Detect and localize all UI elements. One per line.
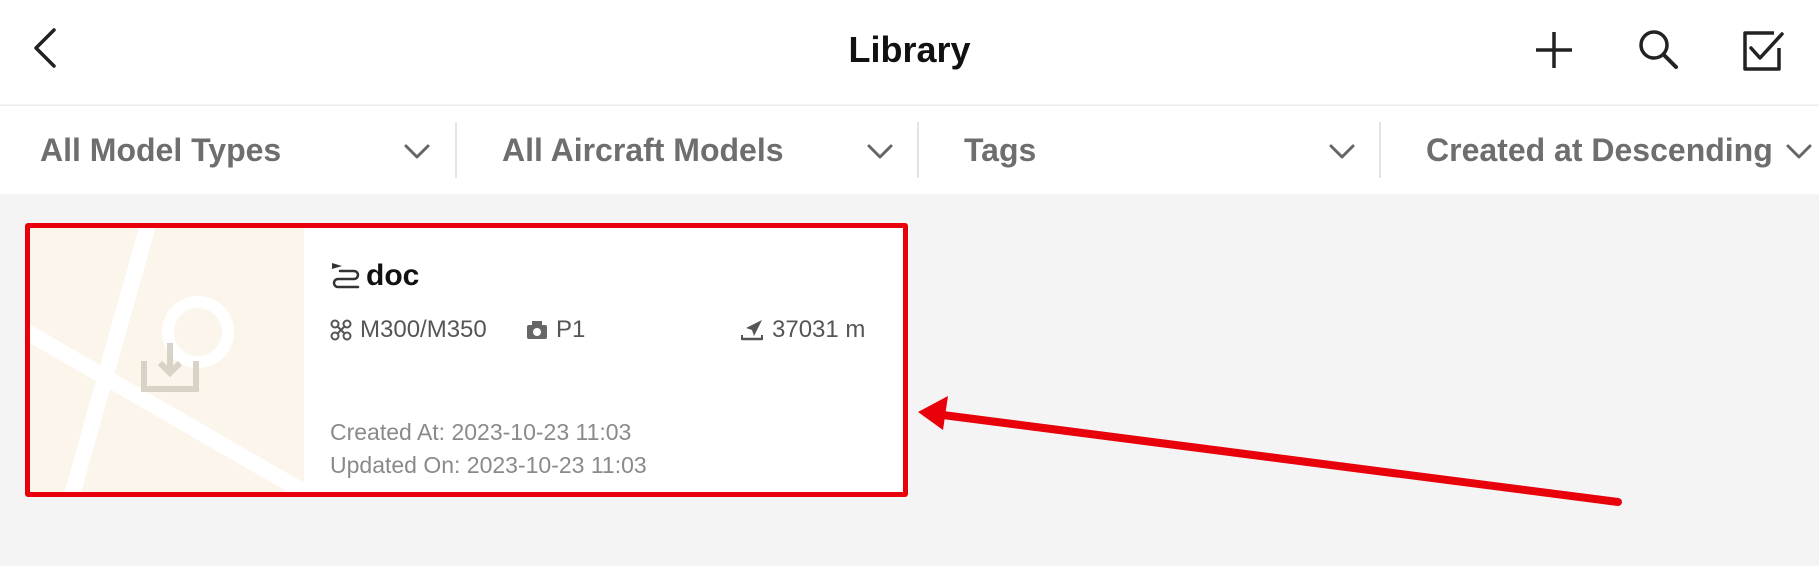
chevron-down-icon <box>404 144 430 159</box>
select-mode-button[interactable] <box>1738 26 1786 74</box>
aircraft-model-filter-label: All Aircraft Models <box>502 132 784 168</box>
search-button[interactable] <box>1634 26 1682 74</box>
sort-order-filter-label: Created at Descending <box>1426 132 1773 168</box>
filter-bar: All Model Types All Aircraft Models Tags… <box>0 105 1819 194</box>
select-checkbox-icon <box>1743 31 1784 71</box>
app-header: Library <box>0 0 1819 104</box>
model-type-filter-label: All Model Types <box>40 132 282 168</box>
search-icon <box>1639 30 1678 69</box>
sort-order-filter[interactable]: Created at Descending <box>1381 106 1819 194</box>
aircraft-model-filter[interactable]: All Aircraft Models <box>457 106 917 194</box>
tags-filter[interactable]: Tags <box>919 106 1379 194</box>
chevron-down-icon <box>1786 144 1812 159</box>
tags-filter-label: Tags <box>964 132 1037 168</box>
back-icon <box>34 28 56 68</box>
plus-icon <box>1536 32 1572 68</box>
back-button[interactable] <box>28 26 68 70</box>
chevron-down-icon <box>1329 144 1355 159</box>
model-type-filter[interactable]: All Model Types <box>0 106 455 194</box>
highlight-box <box>25 223 908 497</box>
chevron-down-icon <box>867 144 893 159</box>
add-button[interactable] <box>1530 26 1578 74</box>
